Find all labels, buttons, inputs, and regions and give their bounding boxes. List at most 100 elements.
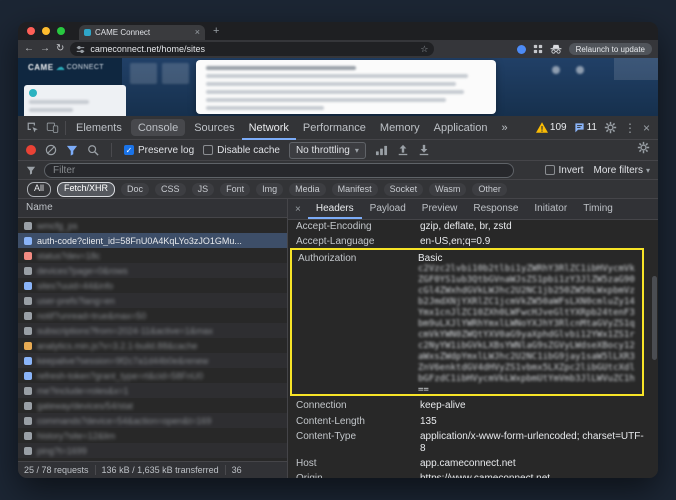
back-icon[interactable]: ←: [24, 44, 34, 54]
tab-elements[interactable]: Elements: [69, 116, 129, 140]
header-name: Host: [296, 458, 420, 470]
table-row[interactable]: me?include=roles&x=1: [18, 383, 287, 398]
request-type-icon: [24, 432, 32, 440]
tab-console[interactable]: Console: [131, 119, 185, 136]
network-settings-gear-icon[interactable]: [637, 141, 650, 159]
chip-other[interactable]: Other: [472, 183, 507, 196]
table-row[interactable]: keepalive?session=9f2c7a1d44b0e&renew: [18, 353, 287, 368]
throttling-select[interactable]: No throttling ▾: [289, 142, 366, 159]
table-row[interactable]: sites?uuid=44&info: [18, 278, 287, 293]
authorization-highlight-box: Authorization Basic c2Vzc2lvbi10b2tlbi1y…: [290, 248, 644, 396]
chip-all[interactable]: All: [27, 182, 51, 197]
chip-media[interactable]: Media: [289, 183, 326, 196]
table-row[interactable]: analytics.min.js?v=3.2.1-build.88&cache: [18, 338, 287, 353]
network-conditions-icon[interactable]: [375, 144, 388, 156]
console-warnings-badge[interactable]: 109: [536, 122, 567, 133]
clear-network-log-icon[interactable]: [45, 144, 57, 156]
header-row: Content-Length 135: [296, 416, 650, 428]
card-logo-icon: [29, 89, 37, 97]
preserve-log-checkbox[interactable]: ✓ Preserve log: [124, 145, 194, 156]
table-row[interactable]: commands?device=54&action=open&t=169: [18, 413, 287, 428]
close-details-icon[interactable]: ×: [288, 204, 308, 215]
request-type-icon: [24, 297, 32, 305]
invert-filter-checkbox[interactable]: Invert: [545, 165, 584, 176]
table-row[interactable]: ping?t=1699: [18, 443, 287, 458]
chip-img[interactable]: Img: [256, 183, 283, 196]
tab-payload[interactable]: Payload: [362, 199, 414, 219]
chip-manifest[interactable]: Manifest: [332, 183, 378, 196]
browser-tab[interactable]: CAME Connect ×: [79, 25, 205, 40]
checkbox-icon: [203, 145, 213, 155]
more-filters-button[interactable]: More filters ▾: [594, 165, 650, 176]
table-row[interactable]: wmcfg_ps: [18, 218, 287, 233]
header-name: Accept-Language: [296, 236, 420, 248]
device-toolbar-icon[interactable]: [42, 118, 62, 138]
site-info-icon[interactable]: [76, 45, 85, 54]
address-bar[interactable]: cameconnect.net/home/sites ☆: [70, 42, 434, 56]
relaunch-to-update-button[interactable]: Relaunch to update: [569, 43, 652, 55]
table-row[interactable]: refresh-token?grant_type=rt&cid=58FnU0: [18, 368, 287, 383]
tab-headers[interactable]: Headers: [308, 199, 362, 219]
request-name: wmcfg_ps: [37, 221, 281, 231]
tab-sources[interactable]: Sources: [187, 116, 241, 140]
window-zoom-button[interactable]: [57, 27, 65, 35]
window-minimize-button[interactable]: [42, 27, 50, 35]
new-tab-icon[interactable]: +: [213, 26, 219, 37]
filter-toggle-icon[interactable]: [66, 145, 78, 156]
tab-preview[interactable]: Preview: [414, 199, 466, 219]
bookmark-star-icon[interactable]: ☆: [420, 44, 428, 55]
name-column-header[interactable]: Name: [18, 199, 287, 218]
browser-window: CAME Connect × + ← → ↻ cameconnect.net/h…: [18, 22, 658, 478]
devtools-close-icon[interactable]: ×: [643, 122, 650, 134]
network-panels: Name wmcfg_ps auth-code?client_id=58FnU0…: [18, 199, 658, 478]
tab-timing[interactable]: Timing: [575, 199, 621, 219]
issues-badge[interactable]: 11: [574, 122, 597, 133]
reload-icon[interactable]: ↻: [56, 44, 64, 54]
requests-count: 25 / 78 requests: [24, 465, 89, 475]
more-tabs-icon[interactable]: »: [494, 116, 514, 140]
tab-response[interactable]: Response: [465, 199, 526, 219]
tab-performance[interactable]: Performance: [296, 116, 373, 140]
chip-fetch-xhr[interactable]: Fetch/XHR: [57, 182, 115, 197]
table-row[interactable]: devices?page=0&rows: [18, 263, 287, 278]
export-har-icon[interactable]: [418, 144, 430, 156]
chip-font[interactable]: Font: [220, 183, 250, 196]
forward-icon[interactable]: →: [40, 44, 50, 54]
chip-css[interactable]: CSS: [155, 183, 186, 196]
window-close-button[interactable]: [27, 27, 35, 35]
search-icon[interactable]: [87, 144, 99, 156]
tab-close-icon[interactable]: ×: [195, 28, 200, 37]
tab-network[interactable]: Network: [242, 116, 296, 140]
tab-memory[interactable]: Memory: [373, 116, 427, 140]
disable-cache-checkbox[interactable]: Disable cache: [203, 145, 280, 156]
table-row[interactable]: history?site=12&lim: [18, 428, 287, 443]
table-row-selected[interactable]: auth-code?client_id=58FnU0A4KqLYo3zJO1GM…: [18, 233, 287, 248]
inspect-element-icon[interactable]: [22, 118, 42, 138]
chip-socket[interactable]: Socket: [384, 183, 424, 196]
settings-gear-icon[interactable]: [604, 121, 617, 134]
extensions-icon[interactable]: [533, 44, 543, 54]
table-row[interactable]: subscriptions?from=2024-11&active=1&max: [18, 323, 287, 338]
table-row[interactable]: user-prefs?lang=en: [18, 293, 287, 308]
request-name: analytics.min.js?v=3.2.1-build.88&cache: [37, 341, 281, 351]
tab-application[interactable]: Application: [427, 116, 495, 140]
record-network-log-button[interactable]: [26, 145, 36, 155]
chip-doc[interactable]: Doc: [121, 183, 149, 196]
filter-input[interactable]: [44, 163, 514, 178]
chip-js[interactable]: JS: [192, 183, 215, 196]
request-type-icon: [24, 402, 32, 410]
import-har-icon[interactable]: [397, 144, 409, 156]
chip-wasm[interactable]: Wasm: [429, 183, 466, 196]
tab-favicon: [84, 29, 91, 36]
table-row[interactable]: notif?unread=true&max=50: [18, 308, 287, 323]
scrollbar[interactable]: [652, 276, 657, 360]
request-name: subscriptions?from=2024-11&active=1&max: [37, 326, 281, 336]
tab-initiator[interactable]: Initiator: [526, 199, 575, 219]
request-type-icon: [24, 387, 32, 395]
devtools-menu-icon[interactable]: ⋮: [624, 122, 636, 134]
table-row[interactable]: status?dev=18c: [18, 248, 287, 263]
request-name: history?site=12&lim: [37, 431, 281, 441]
extension-icon[interactable]: [517, 45, 526, 54]
table-row[interactable]: gateway/devices/54/stat: [18, 398, 287, 413]
header-row: Connection keep-alive: [296, 400, 650, 412]
